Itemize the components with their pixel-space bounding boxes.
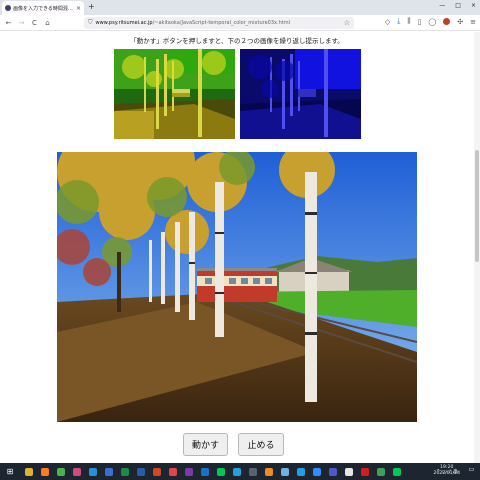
back-button[interactable]: ←	[2, 19, 15, 27]
library-icon[interactable]: ⫼	[407, 17, 410, 26]
start-button[interactable]: ⊞	[3, 467, 17, 476]
home-button[interactable]: ⌂	[41, 19, 54, 27]
calculator-taskbar-icon[interactable]	[249, 467, 257, 476]
media-player-taskbar-icon[interactable]	[169, 467, 177, 476]
line-taskbar-icon[interactable]	[217, 467, 225, 476]
account-icon[interactable]: ◯	[428, 18, 436, 26]
line2-taskbar-icon[interactable]	[393, 467, 401, 476]
reload-button[interactable]: C	[28, 19, 41, 27]
vlc-taskbar-icon[interactable]	[265, 467, 273, 476]
teams-taskbar-icon[interactable]	[329, 467, 337, 476]
maximize-button[interactable]: □	[455, 2, 461, 9]
blue-variant-image	[240, 49, 361, 139]
app-menu-icon[interactable]: ≡	[470, 18, 476, 26]
notification-icon[interactable]: ▭	[467, 466, 476, 475]
yellow-variant-image	[114, 49, 235, 139]
clock-date: 2022/01/24	[433, 471, 460, 476]
tab-close-icon[interactable]: ×	[76, 5, 81, 12]
instruction-text: 「動かす」ボタンを押しますと、下の２つの画像を繰り返し提示します。	[130, 37, 344, 45]
paint-taskbar-icon[interactable]	[73, 467, 81, 476]
vertical-scrollbar[interactable]	[474, 32, 480, 463]
security-taskbar-icon[interactable]	[345, 467, 353, 476]
taskbar-clock[interactable]: 19:20 2022/01/24	[434, 465, 460, 477]
chrome-taskbar-icon[interactable]	[57, 467, 65, 476]
file-explorer-taskbar-icon[interactable]	[25, 467, 33, 476]
notepad-taskbar-icon[interactable]	[281, 467, 289, 476]
powerpoint-taskbar-icon[interactable]	[153, 467, 161, 476]
browser-tab-active[interactable]: 画像を入力できる時間混色 tem ×	[2, 1, 84, 15]
maps-taskbar-icon[interactable]	[377, 467, 385, 476]
excel-taskbar-icon[interactable]	[121, 467, 129, 476]
new-tab-button[interactable]: +	[88, 2, 95, 11]
stop-button[interactable]: 止める	[238, 433, 284, 456]
window-controls: — □ ×	[439, 2, 476, 9]
window-titlebar: 画像を入力できる時間混色 tem × + — □ ×	[0, 0, 480, 15]
url-host: www.psy.ritsumei.ac.jp	[95, 20, 153, 26]
page-content: 「動かす」ボタンを押しますと、下の２つの画像を繰り返し提示します。 動かす 止め…	[0, 32, 474, 463]
onenote-taskbar-icon[interactable]	[185, 467, 193, 476]
skype-taskbar-icon[interactable]	[297, 467, 305, 476]
scrollbar-thumb[interactable]	[475, 150, 479, 262]
play-button[interactable]: 動かす	[183, 433, 228, 456]
pocket-icon[interactable]: ◇	[385, 18, 390, 26]
photoshop-taskbar-icon[interactable]	[233, 467, 241, 476]
url-path: /~akitaoka/JavaScript-temporal_color_mix…	[152, 20, 290, 26]
main-birch-train-image	[57, 152, 417, 422]
outlook-taskbar-icon[interactable]	[201, 467, 209, 476]
forward-button[interactable]: →	[15, 19, 28, 27]
site-favicon-icon	[5, 5, 11, 11]
extension-icon[interactable]	[443, 18, 451, 25]
photos-taskbar-icon[interactable]	[105, 467, 113, 476]
extensions-puzzle-icon[interactable]: ✣	[457, 18, 463, 26]
firefox-taskbar-icon[interactable]	[41, 467, 49, 476]
shield-lock-icon[interactable]: ⛉	[88, 19, 93, 27]
minimize-button[interactable]: —	[439, 2, 445, 9]
sidebar-icon[interactable]: ▯	[418, 18, 422, 26]
toolbar-right-icons: ◇ ⤓ ⫼ ▯ ◯ ✣ ≡	[385, 17, 476, 26]
windows-taskbar: ⊞	[0, 463, 480, 480]
word-taskbar-icon[interactable]	[137, 467, 145, 476]
bookmark-star-icon[interactable]: ☆	[344, 19, 350, 27]
acrobat-taskbar-icon[interactable]	[361, 467, 369, 476]
edge-taskbar-icon[interactable]	[89, 467, 97, 476]
downloads-icon[interactable]: ⤓	[397, 17, 400, 26]
zoom-taskbar-icon[interactable]	[313, 467, 321, 476]
address-bar[interactable]: ⛉ www.psy.ritsumei.ac.jp/~akitaoka/JavaS…	[84, 17, 354, 29]
tab-title: 画像を入力できる時間混色 tem	[13, 5, 74, 12]
close-window-button[interactable]: ×	[471, 2, 476, 9]
